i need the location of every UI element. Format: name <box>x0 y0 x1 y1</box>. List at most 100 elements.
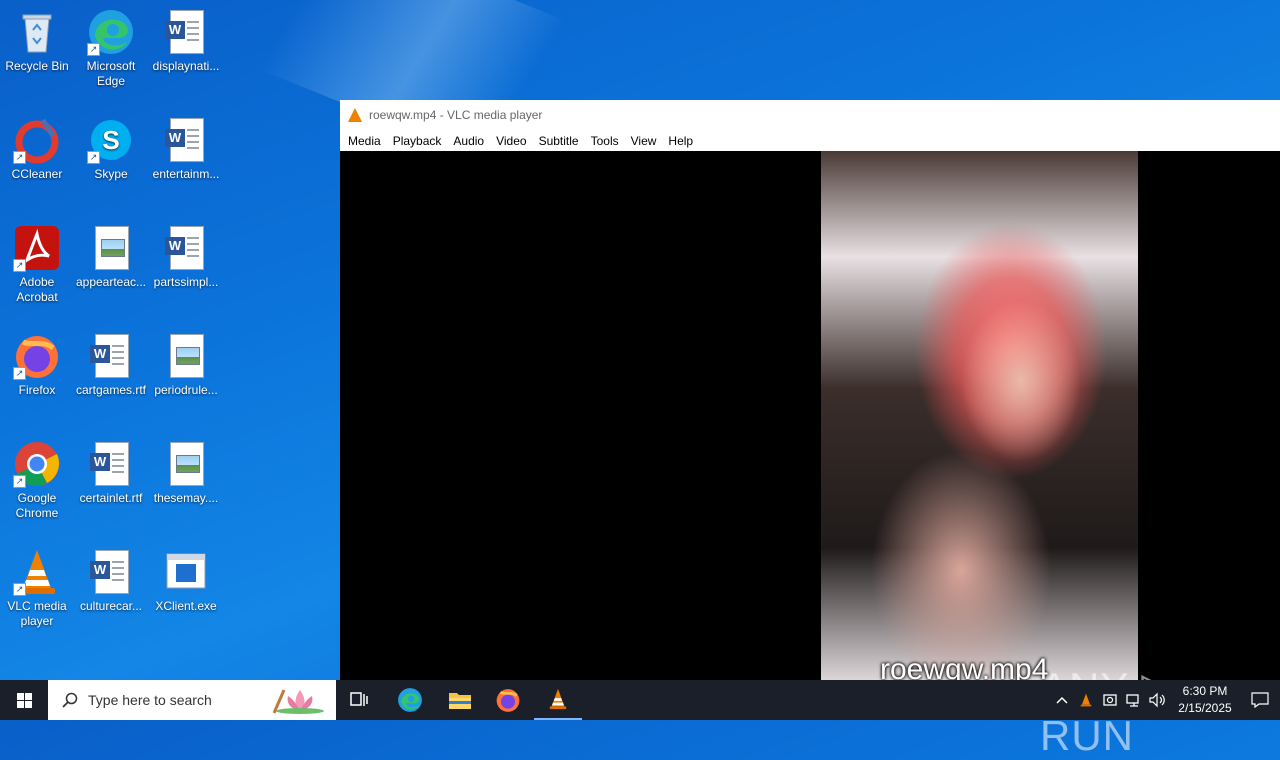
menu-help[interactable]: Help <box>662 134 699 148</box>
acrobat-icon: ↗ <box>13 224 61 272</box>
exe-icon <box>162 548 210 596</box>
shortcut-arrow-icon: ↗ <box>87 151 100 164</box>
desktop-icon-entertainm[interactable]: W entertainm... <box>149 116 223 182</box>
video-frame <box>821 151 1138 680</box>
menu-subtitle[interactable]: Subtitle <box>533 134 585 148</box>
icon-label: culturecar... <box>79 599 143 613</box>
vlc-cone-icon <box>348 108 362 122</box>
vlc-title-bar[interactable]: roewqw.mp4 - VLC media player <box>340 100 1280 130</box>
icon-label: VLC media player <box>7 599 67 628</box>
desktop-icon-cartgames[interactable]: W cartgames.rtf <box>74 332 148 398</box>
search-icon <box>62 692 78 708</box>
clock-time: 6:30 PM <box>1182 684 1228 698</box>
taskbar-file-explorer-button[interactable] <box>436 680 484 720</box>
vlc-menu-bar: Media Playback Audio Video Subtitle Tool… <box>340 130 1280 151</box>
word-doc-icon: W <box>87 332 135 380</box>
vlc-icon <box>1080 693 1092 707</box>
svg-text:S: S <box>102 125 119 155</box>
taskbar-edge-button[interactable] <box>386 680 434 720</box>
chevron-up-icon <box>1056 696 1068 704</box>
edge-icon: ↗ <box>87 8 135 56</box>
desktop-icon-partssimpl[interactable]: W partssimpl... <box>149 224 223 290</box>
desktop-icon-certainlet[interactable]: W certainlet.rtf <box>74 440 148 506</box>
icon-label: thesemay.... <box>153 491 219 505</box>
tray-network-button[interactable] <box>1122 680 1146 720</box>
network-icon <box>1126 694 1139 707</box>
shortcut-arrow-icon: ↗ <box>87 43 100 56</box>
icon-label: appearteac... <box>75 275 147 289</box>
word-doc-icon: W <box>162 116 210 164</box>
desktop-icon-ccleaner[interactable]: ↗ CCleaner <box>0 116 74 182</box>
show-hidden-icons-button[interactable] <box>1050 680 1074 720</box>
word-doc-icon: W <box>87 440 135 488</box>
taskbar-search-box[interactable]: Type here to search <box>48 680 336 720</box>
icon-label: Adobe Acrobat <box>16 275 58 304</box>
action-center-button[interactable] <box>1240 680 1280 720</box>
menu-tools[interactable]: Tools <box>585 134 625 148</box>
folder-icon <box>449 693 471 709</box>
desktop-icon-culturecar[interactable]: W culturecar... <box>74 548 148 614</box>
image-file-icon <box>162 332 210 380</box>
icon-label: periodrule... <box>154 383 218 397</box>
desktop-icon-vlc[interactable]: ↗ VLC media player <box>0 548 74 629</box>
icon-label: certainlet.rtf <box>79 491 143 505</box>
speaker-icon <box>1149 692 1165 708</box>
image-file-icon <box>87 224 135 272</box>
taskbar-clock[interactable]: 6:30 PM 2/15/2025 <box>1170 683 1240 717</box>
desktop-icon-displaynati[interactable]: W displaynati... <box>149 8 223 74</box>
desktop-icon-periodrule[interactable]: periodrule... <box>149 332 223 398</box>
word-doc-icon: W <box>87 548 135 596</box>
firefox-icon: ↗ <box>13 332 61 380</box>
menu-audio[interactable]: Audio <box>447 134 490 148</box>
icon-label: Skype <box>94 167 128 181</box>
desktop-icon-recycle-bin[interactable]: Recycle Bin <box>0 8 74 74</box>
desktop-icon-appearteac[interactable]: appearteac... <box>74 224 148 290</box>
edge-icon <box>398 688 422 712</box>
taskbar: Type here to search 6:30 PM 2/15/2025 <box>0 680 1280 720</box>
shortcut-arrow-icon: ↗ <box>13 475 26 488</box>
desktop-icon-skype[interactable]: S ↗ Skype <box>74 116 148 182</box>
task-view-button[interactable] <box>336 680 384 720</box>
taskbar-firefox-button[interactable] <box>484 680 532 720</box>
icon-label: Firefox <box>18 383 56 397</box>
desktop-icon-adobe-acrobat[interactable]: ↗ Adobe Acrobat <box>0 224 74 305</box>
desktop-icon-firefox[interactable]: ↗ Firefox <box>0 332 74 398</box>
icon-label: Google Chrome <box>15 491 59 520</box>
icon-label: partssimpl... <box>153 275 219 289</box>
desktop-icon-microsoft-edge[interactable]: ↗ Microsoft Edge <box>74 8 148 89</box>
image-file-icon <box>162 440 210 488</box>
tray-volume-button[interactable] <box>1146 680 1170 720</box>
shortcut-arrow-icon: ↗ <box>13 151 26 164</box>
start-button[interactable] <box>0 680 48 720</box>
task-view-icon <box>350 692 368 706</box>
shortcut-arrow-icon: ↗ <box>13 367 26 380</box>
notification-icon <box>1251 692 1269 708</box>
desktop-icon-xclient[interactable]: XClient.exe <box>149 548 223 614</box>
menu-view[interactable]: View <box>625 134 663 148</box>
video-display[interactable]: roewqw.mp4 ANY ▷ RUN <box>340 151 1280 759</box>
chrome-icon: ↗ <box>13 440 61 488</box>
ccleaner-icon: ↗ <box>13 116 61 164</box>
tray-device-button[interactable] <box>1098 680 1122 720</box>
desktop-icon-google-chrome[interactable]: ↗ Google Chrome <box>0 440 74 521</box>
icon-label: Microsoft Edge <box>86 59 136 88</box>
taskbar-vlc-button[interactable] <box>534 680 582 720</box>
skype-icon: S ↗ <box>87 116 135 164</box>
tray-vlc-button[interactable] <box>1074 680 1098 720</box>
icon-label: XClient.exe <box>155 599 217 613</box>
desktop-icon-thesemay[interactable]: thesemay.... <box>149 440 223 506</box>
menu-media[interactable]: Media <box>342 134 387 148</box>
firefox-icon <box>496 689 520 712</box>
system-tray: 6:30 PM 2/15/2025 <box>1050 680 1280 720</box>
vlc-icon: ↗ <box>13 548 61 596</box>
device-icon <box>1103 694 1117 706</box>
shortcut-arrow-icon: ↗ <box>13 259 26 272</box>
icon-label: entertainm... <box>152 167 220 181</box>
window-title: roewqw.mp4 - VLC media player <box>369 108 543 122</box>
shortcut-arrow-icon: ↗ <box>13 583 26 596</box>
recycle-bin-icon <box>13 8 61 56</box>
vlc-window[interactable]: roewqw.mp4 - VLC media player Media Play… <box>340 100 1280 759</box>
menu-video[interactable]: Video <box>490 134 532 148</box>
menu-playback[interactable]: Playback <box>387 134 448 148</box>
icon-label: cartgames.rtf <box>75 383 147 397</box>
